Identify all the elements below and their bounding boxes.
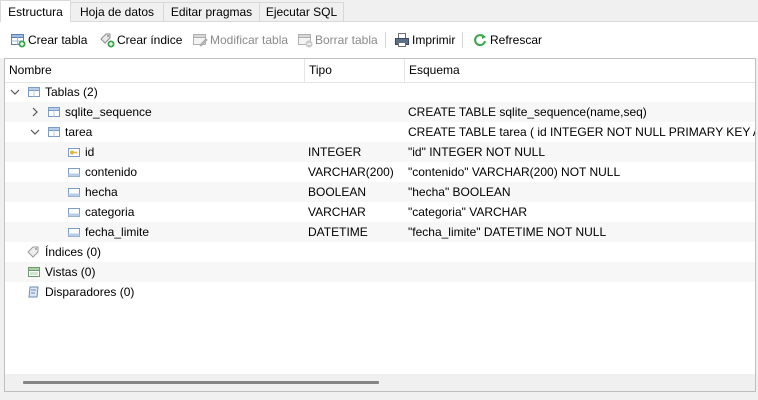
field-name: categoria bbox=[85, 205, 135, 219]
table-icon bbox=[46, 104, 62, 120]
tree-node-triggers[interactable]: Disparadores (0) bbox=[5, 282, 755, 302]
refresh-label: Refrescar bbox=[490, 33, 543, 47]
delete-table-label: Borrar tabla bbox=[315, 33, 378, 47]
table-plus-icon bbox=[10, 32, 26, 48]
field-schema: "contenido" VARCHAR(200) NOT NULL bbox=[408, 165, 621, 179]
refresh-icon bbox=[472, 32, 488, 48]
scrollbar-thumb[interactable] bbox=[23, 381, 379, 384]
tree-node-field[interactable]: contenido VARCHAR(200) "contenido" VARCH… bbox=[5, 162, 755, 182]
toolbar-separator bbox=[462, 32, 463, 48]
field-icon bbox=[66, 164, 82, 180]
field-schema: "categoria" VARCHAR bbox=[408, 205, 528, 219]
print-button[interactable]: Imprimir bbox=[394, 31, 455, 49]
field-icon bbox=[66, 184, 82, 200]
expand-arrow-icon[interactable] bbox=[9, 82, 21, 102]
delete-table-button[interactable]: Borrar tabla bbox=[297, 31, 378, 49]
create-index-label: Crear índice bbox=[117, 33, 183, 47]
table-edit-icon bbox=[192, 32, 208, 48]
views-label: Vistas (0) bbox=[45, 265, 96, 279]
field-name: contenido bbox=[85, 165, 138, 179]
index-tag-icon bbox=[26, 244, 42, 260]
table-schema: CREATE TABLE tarea ( id INTEGER NOT NULL… bbox=[408, 125, 755, 139]
field-type: VARCHAR(200) bbox=[308, 165, 394, 179]
field-schema: "fecha_limite" DATETIME NOT NULL bbox=[408, 225, 607, 239]
tree-header: Nombre Tipo Esquema bbox=[5, 59, 755, 83]
table-icon bbox=[46, 124, 62, 140]
table-name: sqlite_sequence bbox=[65, 105, 152, 119]
refresh-button[interactable]: Refrescar bbox=[472, 31, 542, 49]
tab-structure[interactable]: Estructura bbox=[0, 0, 71, 22]
index-plus-icon bbox=[99, 32, 115, 48]
tree-node-views[interactable]: Vistas (0) bbox=[5, 262, 755, 282]
tree-node-table-sqlite-sequence[interactable]: sqlite_sequence CREATE TABLE sqlite_sequ… bbox=[5, 102, 755, 122]
expand-arrow-icon[interactable] bbox=[29, 122, 41, 142]
field-icon bbox=[66, 204, 82, 220]
tree-node-field[interactable]: hecha BOOLEAN "hecha" BOOLEAN bbox=[5, 182, 755, 202]
collapse-arrow-icon[interactable] bbox=[29, 102, 41, 122]
create-table-button[interactable]: Crear tabla bbox=[10, 31, 87, 49]
column-header-name[interactable]: Nombre bbox=[5, 59, 304, 82]
tab-execute-sql[interactable]: Ejecutar SQL bbox=[259, 2, 344, 21]
field-name: id bbox=[85, 145, 95, 159]
table-delete-icon bbox=[297, 32, 313, 48]
field-type: DATETIME bbox=[308, 225, 368, 239]
create-table-label: Crear tabla bbox=[28, 33, 88, 47]
print-label: Imprimir bbox=[412, 33, 456, 47]
tree-node-tables[interactable]: Tablas (2) bbox=[5, 82, 755, 102]
tab-bar: Estructura Hoja de datos Editar pragmas … bbox=[0, 0, 758, 22]
trigger-script-icon bbox=[26, 284, 42, 300]
tab-edit-pragmas[interactable]: Editar pragmas bbox=[163, 2, 260, 21]
schema-tree-view[interactable]: Nombre Tipo Esquema Tablas (2) sqlite_se… bbox=[4, 58, 756, 392]
column-header-schema[interactable]: Esquema bbox=[405, 59, 755, 82]
triggers-label: Disparadores (0) bbox=[45, 285, 135, 299]
tab-data-sheet[interactable]: Hoja de datos bbox=[70, 2, 164, 21]
tree-node-indices[interactable]: Índices (0) bbox=[5, 242, 755, 262]
tree-node-field[interactable]: fecha_limite DATETIME "fecha_limite" DAT… bbox=[5, 222, 755, 242]
field-name: hecha bbox=[85, 185, 118, 199]
field-schema: "hecha" BOOLEAN bbox=[408, 185, 511, 199]
field-icon bbox=[66, 224, 82, 240]
printer-icon bbox=[394, 32, 410, 48]
create-index-button[interactable]: Crear índice bbox=[99, 31, 182, 49]
column-header-type[interactable]: Tipo bbox=[305, 59, 405, 82]
tree-node-field[interactable]: categoria VARCHAR "categoria" VARCHAR bbox=[5, 202, 755, 222]
table-name: tarea bbox=[65, 125, 93, 139]
horizontal-scrollbar[interactable] bbox=[5, 374, 755, 391]
tree-node-field[interactable]: id INTEGER "id" INTEGER NOT NULL bbox=[5, 142, 755, 162]
field-type: VARCHAR bbox=[308, 205, 366, 219]
field-type: BOOLEAN bbox=[308, 185, 367, 199]
field-type: INTEGER bbox=[308, 145, 362, 159]
tables-label: Tablas (2) bbox=[45, 85, 98, 99]
table-icon bbox=[26, 84, 42, 100]
tree-node-table-tarea[interactable]: tarea CREATE TABLE tarea ( id INTEGER NO… bbox=[5, 122, 755, 142]
field-schema: "id" INTEGER NOT NULL bbox=[408, 145, 545, 159]
table-schema: CREATE TABLE sqlite_sequence(name,seq) bbox=[408, 105, 647, 119]
primary-key-field-icon bbox=[66, 144, 82, 160]
field-name: fecha_limite bbox=[85, 225, 150, 239]
toolbar: Crear tabla Crear índice Modificar tabla… bbox=[0, 22, 758, 58]
modify-table-label: Modificar tabla bbox=[210, 33, 289, 47]
modify-table-button[interactable]: Modificar tabla bbox=[192, 31, 288, 49]
indices-label: Índices (0) bbox=[45, 245, 102, 259]
view-icon bbox=[26, 264, 42, 280]
toolbar-separator bbox=[385, 32, 386, 48]
